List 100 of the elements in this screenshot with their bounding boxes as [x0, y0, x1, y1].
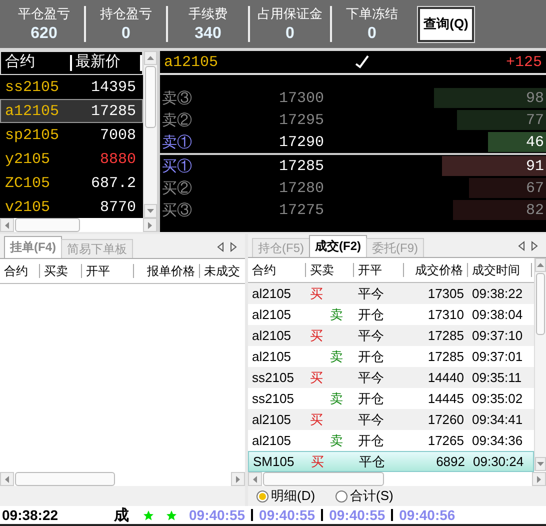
table-cell: 买: [310, 328, 323, 343]
table-cell-text: al2105: [251, 307, 292, 322]
stat-label: 占用保证金: [258, 5, 322, 23]
stat-label: 持仓盈亏: [100, 5, 152, 23]
last-price: 14395: [90, 78, 136, 96]
level-label: 买③: [161, 202, 193, 220]
column-header: 合约: [1, 55, 72, 71]
trade-row[interactable]: ss2105 买 平今 14440 09:35:11: [248, 367, 534, 388]
level-volume: 98: [526, 90, 544, 106]
trade-row[interactable]: al2105 卖 开仓 17310 09:38:04: [248, 304, 534, 326]
table-cell-text: 09:35:02: [471, 391, 524, 406]
stat-label: 手续费: [188, 5, 228, 23]
column-header: 合约: [248, 263, 306, 278]
column-header: 开平: [354, 263, 404, 278]
column-header: 买卖: [306, 263, 354, 278]
table-cell-text: al2105: [251, 328, 292, 344]
stat-value: 0: [122, 25, 130, 43]
column-header: 合约: [0, 264, 40, 278]
stat-value: 620: [30, 25, 58, 43]
trade-row[interactable]: al2105 卖 开仓 17265 09:34:36: [248, 430, 534, 452]
tab[interactable]: 成交(F2): [309, 235, 367, 258]
contract-code: y2105: [5, 150, 50, 168]
column-header: 开平: [82, 264, 134, 278]
level-volume: 46: [526, 134, 544, 150]
trade-row[interactable]: al2105 买 平今 17285 09:37:10: [248, 325, 534, 346]
contract-code: sp2105: [5, 126, 60, 144]
table-cell-text: 平今: [357, 284, 385, 303]
stat-value: 0: [368, 25, 376, 43]
table-cell-text: 09:37:01: [471, 349, 524, 364]
table-cell-text: 09:34:41: [471, 412, 524, 428]
level-volume: 77: [526, 112, 544, 128]
table-cell-text: 开仓: [357, 390, 385, 408]
table-cell-text: 开仓: [357, 348, 385, 366]
watchlist-row[interactable]: a12105 17285: [0, 99, 143, 123]
column-header: 买卖: [40, 264, 82, 278]
table-cell-text: 平仓: [358, 452, 386, 471]
contract-code: v2105: [5, 198, 50, 216]
table-cell-text: al2105: [251, 286, 292, 302]
watchlist-row[interactable]: sp2105 7008: [0, 123, 143, 147]
column-header: 成交价格: [404, 263, 468, 278]
table-cell-text: 14445: [426, 391, 465, 406]
clock-time: 09:40:56: [398, 507, 456, 523]
trade-row[interactable]: ss2105 卖 开仓 14445 09:35:02: [248, 388, 534, 410]
table-cell-text: 14440: [426, 370, 465, 386]
column-header: 报单价格: [134, 264, 200, 278]
watchlist-row[interactable]: ss2105 14395: [0, 75, 143, 99]
trade-indicator: 成: [114, 506, 129, 524]
watchlist-row[interactable]: v2105 8770: [0, 195, 143, 219]
table-cell-text: 开仓: [357, 432, 385, 450]
table-cell-text: ss2105: [251, 391, 295, 406]
level-label: 卖①: [161, 134, 193, 152]
last-trade-time: 09:38:22: [1, 507, 60, 523]
level-price: 17280: [278, 180, 324, 196]
table-cell-text: 09:38:04: [471, 307, 524, 322]
stat-value: 0: [286, 25, 294, 43]
level-price: 17285: [278, 158, 324, 174]
level-price: 17300: [278, 90, 324, 106]
last-price: 687.2: [90, 174, 136, 192]
level-label: 卖③: [161, 90, 193, 108]
table-cell-text: 17310: [426, 307, 465, 322]
table-cell-text: 开仓: [357, 306, 385, 324]
last-price: 17285: [90, 102, 136, 120]
radio-label: 合计(S): [350, 487, 394, 506]
trade-row[interactable]: al2105 卖 开仓 17285 09:37:01: [248, 346, 534, 368]
level-price: 17295: [278, 112, 324, 128]
level-label: 买①: [161, 158, 193, 176]
table-cell-text: 17305: [426, 286, 465, 302]
trade-row[interactable]: SM105 买 平仓 6892 09:30:24: [248, 451, 534, 472]
table-cell-text: 17260: [426, 412, 465, 428]
table-cell: 买: [311, 454, 324, 469]
table-cell-text: 卖: [329, 390, 343, 406]
table-cell-text: SM105: [252, 454, 296, 470]
level-label: 卖②: [161, 112, 193, 130]
watchlist-row[interactable]: ZC105 687.2: [0, 171, 143, 195]
trade-row[interactable]: al2105 买 平今 17305 09:38:22: [248, 283, 534, 304]
table-cell-text: 09:37:10: [471, 328, 524, 344]
price-change: +125: [506, 54, 542, 70]
table-cell-text: 6892: [435, 454, 466, 470]
clock-time: 09:40:55: [258, 507, 316, 523]
tab[interactable]: 挂单(F4): [4, 236, 62, 258]
level-volume: 67: [526, 180, 544, 196]
level-price: 17290: [278, 134, 324, 150]
table-cell: 买: [310, 286, 323, 301]
table-cell-text: 09:38:22: [471, 286, 524, 302]
trade-row[interactable]: al2105 买 平今 17260 09:34:41: [248, 409, 534, 430]
level-price: 17275: [278, 202, 324, 218]
table-cell-text: 卖: [329, 432, 343, 448]
query-button[interactable]: 查询(Q): [418, 6, 474, 42]
watchlist-row[interactable]: y2105 8880: [0, 147, 143, 171]
level-label: 买②: [161, 180, 193, 198]
table-cell-text: al2105: [251, 433, 292, 448]
contract-code: ss2105: [5, 78, 60, 96]
contract-code: a12105: [5, 102, 60, 120]
table-cell-text: 09:34:36: [471, 433, 524, 448]
table-cell-text: 卖: [329, 306, 343, 322]
table-cell-text: 平今: [357, 326, 385, 345]
last-price: 8880: [100, 150, 136, 168]
table-cell-text: ss2105: [251, 370, 295, 386]
table-cell-text: al2105: [251, 349, 292, 364]
table-cell-text: 卖: [329, 348, 343, 364]
